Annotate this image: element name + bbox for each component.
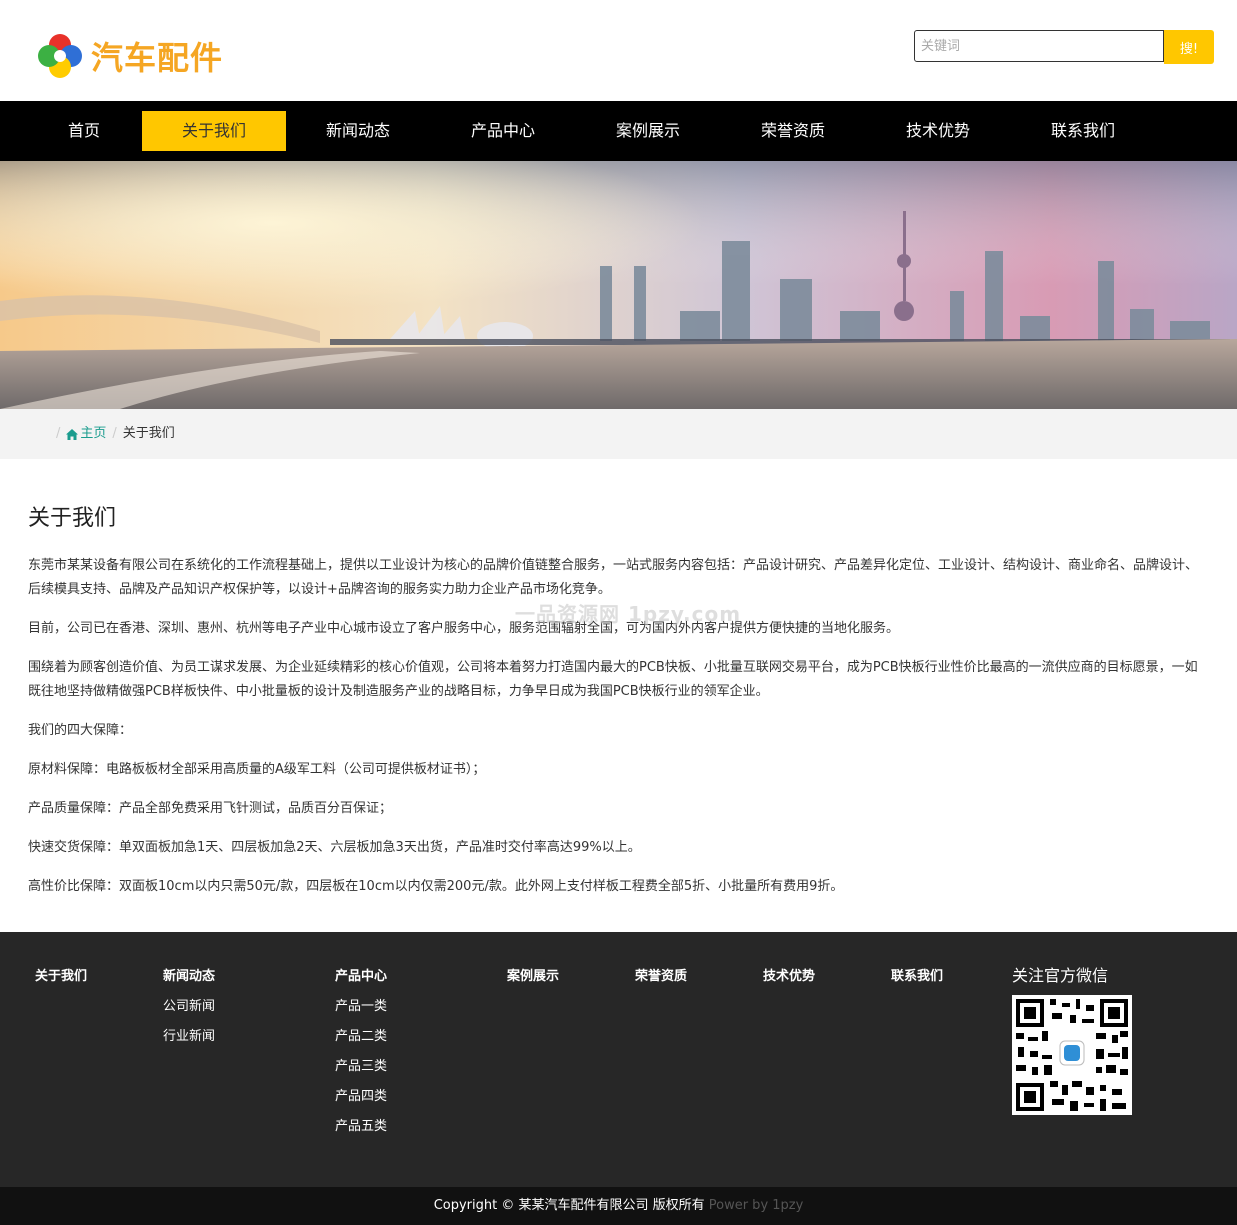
- footer-column-title[interactable]: 联系我们: [891, 968, 943, 998]
- nav-item-honors[interactable]: 荣誉资质: [721, 111, 865, 151]
- powered-by[interactable]: Power by 1pzy: [709, 1198, 804, 1213]
- paragraph: 产品质量保障：产品全部免费采用飞针测试，品质百分百保证；: [28, 801, 393, 816]
- footer-column-products: 产品中心 产品一类 产品二类 产品三类 产品四类 产品五类: [335, 968, 387, 1148]
- nav-item-cases[interactable]: 案例展示: [576, 111, 720, 151]
- nav-item-news[interactable]: 新闻动态: [286, 111, 430, 151]
- footer-link[interactable]: 产品四类: [335, 1088, 387, 1118]
- wechat-qr-code: [1012, 995, 1132, 1115]
- footer-column-contact: 联系我们: [891, 968, 943, 998]
- nav-item-about[interactable]: 关于我们: [142, 111, 286, 151]
- paragraph: 快速交货保障：单双面板加急1天、四层板加急2天、六层板加急3天出货，产品准时交付…: [28, 840, 641, 855]
- paragraph: 围绕着为顾客创造价值、为员工谋求发展、为企业延续精彩的核心价值观，公司将本着努力…: [28, 660, 1198, 699]
- main-nav: 首页 关于我们 新闻动态 产品中心 案例展示 荣誉资质 技术优势 联系我们: [0, 101, 1237, 161]
- page-title: 关于我们: [28, 506, 117, 531]
- footer-column-title[interactable]: 技术优势: [763, 968, 815, 998]
- footer-column-title[interactable]: 新闻动态: [163, 968, 215, 998]
- paragraph: 我们的四大保障：: [28, 723, 133, 738]
- copyright-bar: Copyright © 某某汽车配件有限公司 版权所有 Power by 1pz…: [0, 1187, 1237, 1225]
- footer-link[interactable]: 产品五类: [335, 1118, 387, 1148]
- paragraph: 原材料保障：电路板板材全部采用高质量的A级军工料（公司可提供板材证书）；: [28, 762, 486, 777]
- search-input[interactable]: [914, 30, 1164, 62]
- site-header: 汽车配件 搜!: [0, 0, 1237, 101]
- footer-column-about: 关于我们: [35, 968, 87, 998]
- footer-column-title[interactable]: 关于我们: [35, 968, 87, 998]
- about-content: 关于我们 东莞市某某设备有限公司在系统化的工作流程基础上，提供以工业设计为核心的…: [28, 500, 1208, 914]
- footer-column-title[interactable]: 荣誉资质: [635, 968, 687, 998]
- footer-column-title[interactable]: 产品中心: [335, 968, 387, 998]
- watermark: 一品资源网 1pzy.com: [515, 602, 742, 626]
- breadcrumb-separator: /: [56, 426, 61, 441]
- logo-pinwheel-icon: [38, 34, 82, 78]
- nav-item-home[interactable]: 首页: [12, 111, 156, 151]
- footer-column-news: 新闻动态 公司新闻 行业新闻: [163, 968, 215, 1058]
- copyright-text: Copyright © 某某汽车配件有限公司 版权所有: [433, 1198, 705, 1213]
- nav-item-products[interactable]: 产品中心: [431, 111, 575, 151]
- footer-column-honors: 荣誉资质: [635, 968, 687, 998]
- breadcrumb: / 主页 / 关于我们: [0, 409, 1237, 459]
- city-skyline-image: [0, 161, 1237, 409]
- footer-link[interactable]: 产品二类: [335, 1028, 387, 1058]
- home-icon: [66, 428, 79, 440]
- paragraph: 东莞市某某设备有限公司在系统化的工作流程基础上，提供以工业设计为核心的品牌价值链…: [28, 558, 1199, 597]
- qr-code-icon: [1012, 995, 1132, 1115]
- footer-link[interactable]: 产品三类: [335, 1058, 387, 1088]
- footer-column-tech: 技术优势: [763, 968, 815, 998]
- nav-item-contact[interactable]: 联系我们: [1011, 111, 1155, 151]
- hero-banner: [0, 161, 1237, 409]
- wechat-title: 关注官方微信: [1012, 966, 1109, 985]
- footer-link[interactable]: 行业新闻: [163, 1028, 215, 1058]
- site-footer: 关于我们 新闻动态 公司新闻 行业新闻 产品中心 产品一类 产品二类 产品三类 …: [0, 932, 1237, 1187]
- footer-link[interactable]: 公司新闻: [163, 998, 215, 1028]
- search-button[interactable]: 搜!: [1164, 30, 1214, 64]
- breadcrumb-separator: /: [112, 426, 117, 441]
- breadcrumb-home-link[interactable]: 主页: [66, 409, 106, 459]
- breadcrumb-current: 关于我们: [122, 426, 175, 441]
- footer-link[interactable]: 产品一类: [335, 998, 387, 1028]
- logo-text: 汽车配件: [91, 39, 224, 77]
- paragraph: 高性价比保障：双面板10cm以内只需50元/款，四层板在10cm以内仅需200元…: [28, 879, 844, 894]
- breadcrumb-home-label: 主页: [80, 426, 107, 441]
- search-bar: 搜!: [914, 30, 1214, 64]
- footer-column-title[interactable]: 案例展示: [507, 968, 559, 998]
- footer-column-cases: 案例展示: [507, 968, 559, 998]
- nav-item-tech[interactable]: 技术优势: [866, 111, 1010, 151]
- site-logo[interactable]: 汽车配件: [35, 30, 235, 82]
